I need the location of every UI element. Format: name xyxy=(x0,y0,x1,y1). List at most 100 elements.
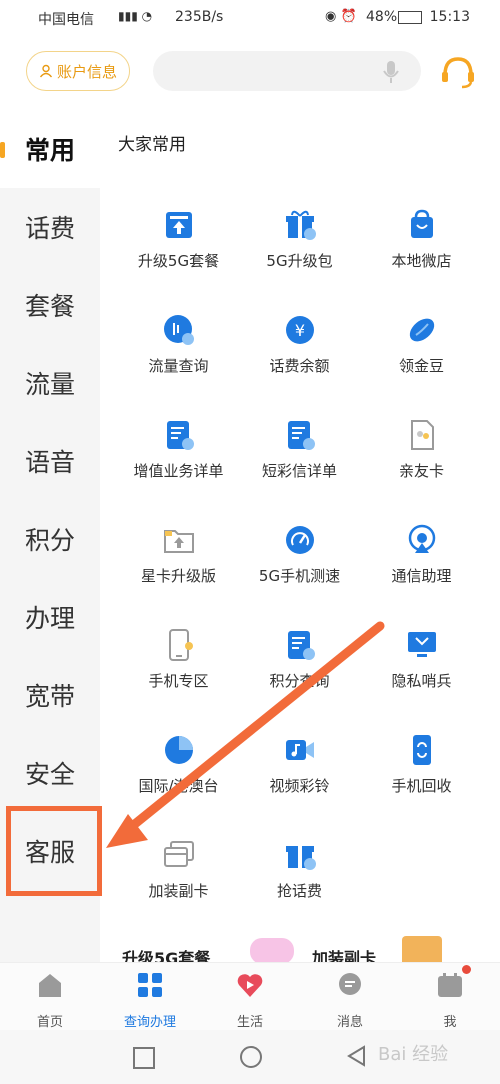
tab-life[interactable]: 生活 xyxy=(200,963,300,1031)
upload-box-icon xyxy=(165,212,192,238)
grid-item-privacy-guard[interactable]: 隐私哨兵 xyxy=(355,622,488,727)
grid-item-sms-detail[interactable]: 短彩信详单 xyxy=(233,412,366,517)
sidebar-item-phone-bill[interactable]: 话费 xyxy=(0,188,100,266)
tab-me[interactable]: 我 xyxy=(400,963,500,1031)
heart-play-icon xyxy=(237,974,263,997)
grid-item-label: 本地微店 xyxy=(391,252,452,270)
gift-coin-icon xyxy=(285,846,316,870)
sidebar-item-common[interactable]: 常用 xyxy=(0,110,100,188)
gift-icon xyxy=(285,210,316,240)
grid-item-label: 升级5G套餐 xyxy=(137,252,220,270)
account-info-label: 账户信息 xyxy=(56,62,117,81)
back-button[interactable] xyxy=(346,1045,366,1067)
grid-icon xyxy=(138,973,162,997)
grid-item-comm-assistant[interactable]: 通信助理 xyxy=(355,517,488,622)
grid-item-label: 国际/港澳台 xyxy=(138,777,219,795)
user-icon xyxy=(39,64,53,78)
home-icon xyxy=(39,974,61,997)
grid-item-gold-bean[interactable]: 领金豆 xyxy=(355,307,488,412)
grid-item-label: 增值业务详单 xyxy=(133,462,224,480)
battery-percent: 48% xyxy=(366,9,398,25)
assistant-icon xyxy=(408,524,435,553)
header: 账户信息 xyxy=(0,36,500,110)
home-button[interactable] xyxy=(240,1046,262,1068)
sidebar-item-voice[interactable]: 语音 xyxy=(0,422,100,500)
folder-upload-icon xyxy=(163,530,194,553)
search-input[interactable] xyxy=(153,51,421,91)
microphone-icon[interactable] xyxy=(383,60,399,84)
grid-item-star-card-upgrade[interactable]: 星卡升级版 xyxy=(112,517,245,622)
grid-item-label: 抢话费 xyxy=(276,882,322,900)
tab-label: 生活 xyxy=(236,1015,263,1030)
tab-label: 我 xyxy=(443,1015,457,1030)
grid-item-video-ringtone[interactable]: 视频彩铃 xyxy=(233,727,366,832)
grid-item-family-card[interactable]: 亲友卡 xyxy=(355,412,488,517)
yen-coin-icon: ¥ xyxy=(285,316,314,344)
globe-icon xyxy=(164,736,193,764)
calendar-icon xyxy=(438,973,462,997)
grid-item-label: 5G手机测速 xyxy=(258,567,341,585)
grid-item-phone-zone[interactable]: 手机专区 xyxy=(112,622,245,727)
grid-item-5g-upgrade-pack[interactable]: 5G升级包 xyxy=(233,202,366,307)
monitor-shield-icon xyxy=(407,632,436,657)
promo-image xyxy=(250,938,294,964)
document-list-icon xyxy=(166,421,194,450)
net-speed: 235B/s xyxy=(175,9,224,25)
speedometer-icon xyxy=(285,526,314,554)
data-usage-icon xyxy=(163,315,194,345)
video-music-icon xyxy=(285,740,314,760)
signal-icon: ▮▮▮ ◔ xyxy=(118,9,153,23)
account-info-button[interactable]: 账户信息 xyxy=(26,51,130,91)
section-title: 大家常用 xyxy=(118,135,186,155)
svg-text:¥: ¥ xyxy=(294,321,304,340)
message-list-icon xyxy=(287,421,315,450)
sidebar-item-broadband[interactable]: 宽带 xyxy=(0,656,100,734)
sidebar-item-data[interactable]: 流量 xyxy=(0,344,100,422)
shopping-bag-icon xyxy=(410,209,433,238)
sidebar-item-points[interactable]: 积分 xyxy=(0,500,100,578)
grid-item-data-query[interactable]: 流量查询 xyxy=(112,307,245,412)
grid-item-label: 手机专区 xyxy=(148,672,209,690)
grid-item-label: 星卡升级版 xyxy=(140,567,216,585)
grid-item-add-sub-card[interactable]: 加装副卡 xyxy=(112,832,245,937)
grid-item-label: 话费余额 xyxy=(269,357,330,375)
grid-item-label: 视频彩铃 xyxy=(269,777,330,795)
sidebar-item-package[interactable]: 套餐 xyxy=(0,266,100,344)
customer-service-headset-icon[interactable] xyxy=(440,55,476,89)
grid-item-label: 亲友卡 xyxy=(398,462,444,480)
grid-item-label: 积分查询 xyxy=(269,672,330,690)
grid-item-label: 流量查询 xyxy=(148,357,209,375)
grid-item-local-shop[interactable]: 本地微店 xyxy=(355,202,488,307)
grid-item-label: 加装副卡 xyxy=(148,882,209,900)
grid-item-label: 手机回收 xyxy=(391,777,452,795)
tab-messages[interactable]: 消息 xyxy=(300,963,400,1031)
battery-icon xyxy=(398,11,422,24)
cards-stack-icon xyxy=(163,841,194,867)
grid-item-label: 隐私哨兵 xyxy=(391,672,452,690)
sidebar-item-security[interactable]: 安全 xyxy=(0,734,100,812)
grid-item-label: 短彩信详单 xyxy=(261,462,337,480)
grid-item-5g-speed-test[interactable]: 5G手机测速 xyxy=(233,517,366,622)
tab-label: 首页 xyxy=(36,1015,63,1030)
phone-icon xyxy=(168,629,193,661)
main-panel: 大家常用 升级5G套餐 5G升级包 本地微店 流量查询 ¥ 话费余额 领金豆 增… xyxy=(100,110,500,968)
grid-item-vas-detail[interactable]: 增值业务详单 xyxy=(112,412,245,517)
watermark: Bai 经验 xyxy=(378,1044,449,1065)
grid-item-label: 5G升级包 xyxy=(266,252,333,270)
bean-icon xyxy=(409,318,434,342)
sidebar-item-apply[interactable]: 办理 xyxy=(0,578,100,656)
clock: 15:13 xyxy=(429,9,470,25)
tab-label: 查询办理 xyxy=(123,1015,176,1030)
grid-item-points-query[interactable]: 积分查询 xyxy=(233,622,366,727)
grid-item-phone-recycle[interactable]: 手机回收 xyxy=(355,727,488,832)
grid-item-label: 通信助理 xyxy=(391,567,452,585)
tab-query-handle[interactable]: 查询办理 xyxy=(100,963,200,1031)
grid-item-international[interactable]: 国际/港澳台 xyxy=(112,727,245,832)
recents-button[interactable] xyxy=(133,1047,155,1069)
grid-item-balance[interactable]: ¥ 话费余额 xyxy=(233,307,366,412)
eye-alarm-icon: ◉ ⏰ xyxy=(325,9,357,24)
grid-item-upgrade-5g-package[interactable]: 升级5G套餐 xyxy=(112,202,245,307)
tab-home[interactable]: 首页 xyxy=(0,963,100,1031)
grid-item-grab-credit[interactable]: 抢话费 xyxy=(233,832,366,937)
status-bar: 中国电信 ▮▮▮ ◔ 235B/s ◉ ⏰ 48% 15:13 xyxy=(0,0,500,36)
